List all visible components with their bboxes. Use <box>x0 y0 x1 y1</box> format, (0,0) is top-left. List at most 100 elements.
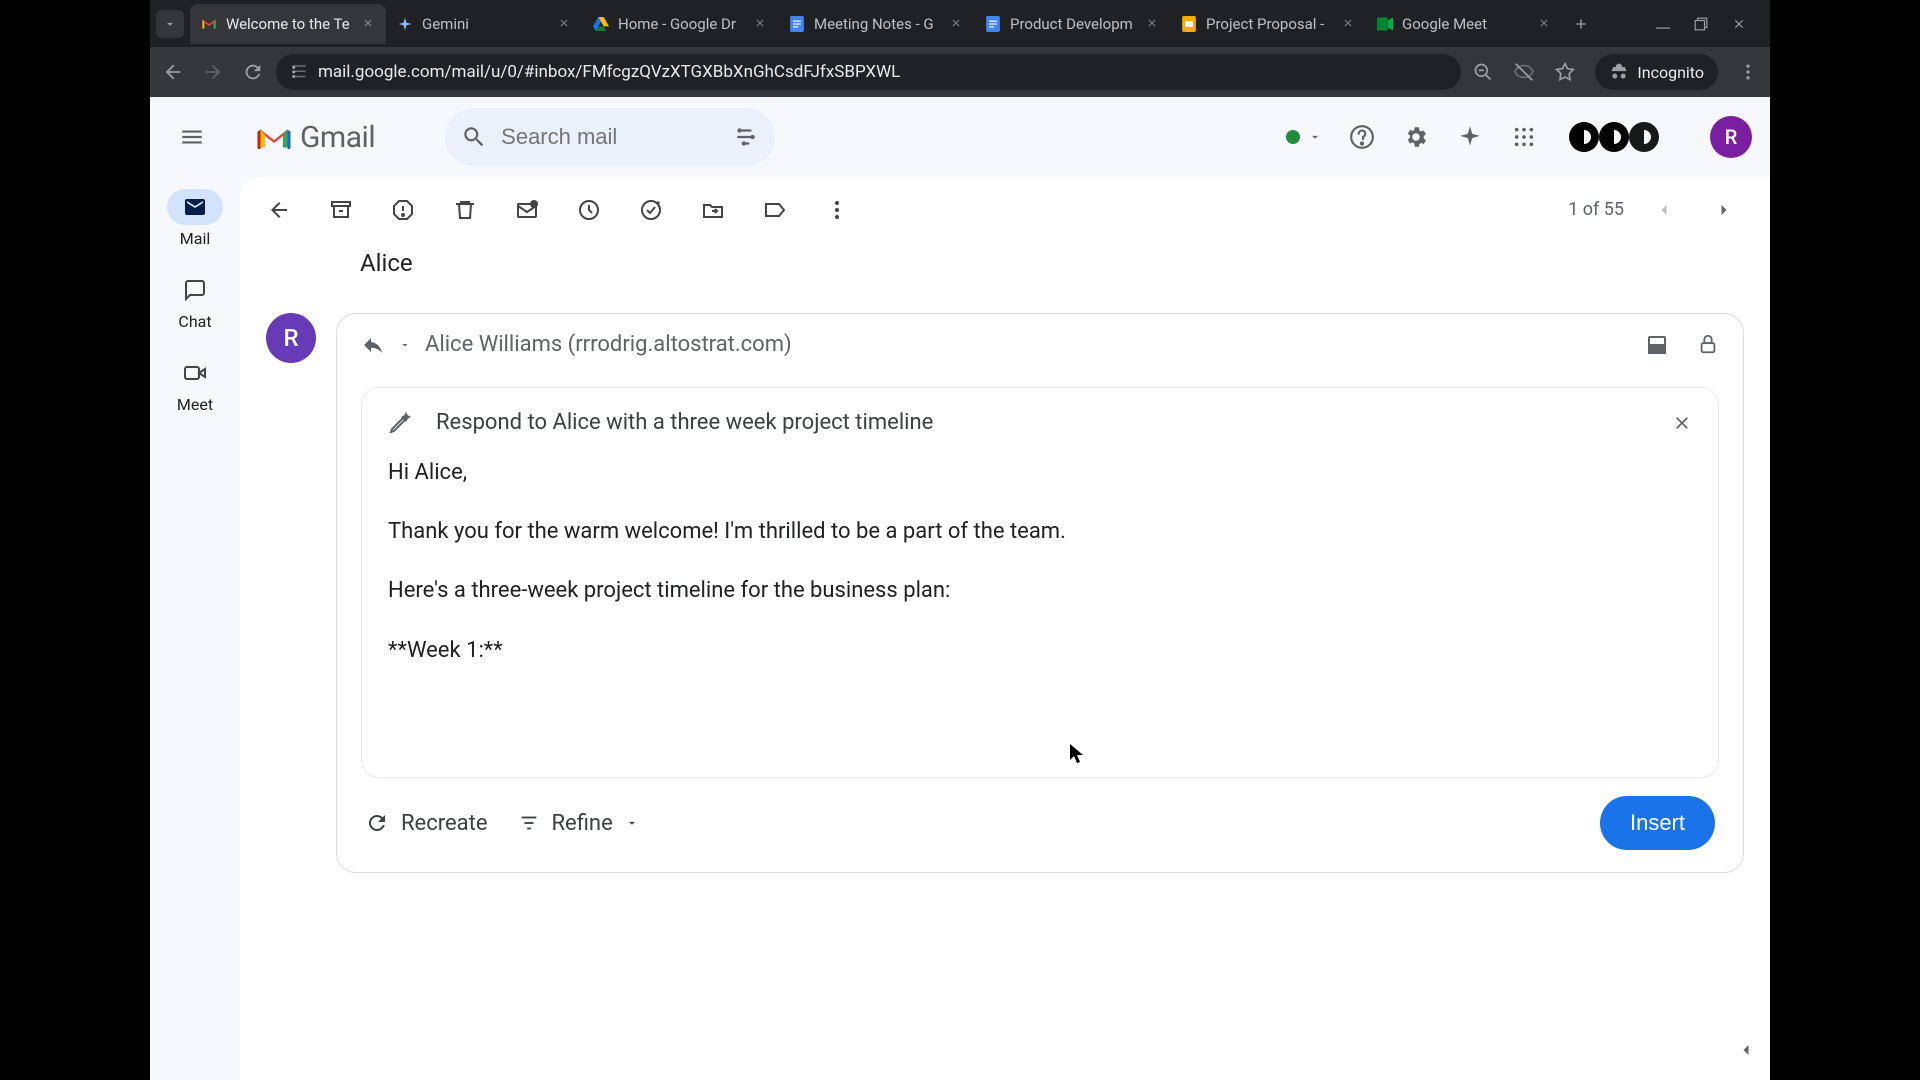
prev-page-button[interactable] <box>1644 190 1684 230</box>
tab-close-icon[interactable] <box>362 17 376 31</box>
docs-favicon-icon <box>788 15 806 33</box>
lock-icon[interactable] <box>1697 333 1719 355</box>
sparkle-icon <box>1457 124 1483 150</box>
draft-paragraph: Thank you for the warm welcome! I'm thri… <box>388 514 1692 549</box>
search-input[interactable] <box>501 124 719 150</box>
compose-avatar: R <box>266 313 316 363</box>
snooze-button[interactable] <box>576 197 602 223</box>
status-active-icon <box>1286 130 1300 144</box>
rail-label: Chat <box>178 312 211 331</box>
refine-label: Refine <box>552 811 613 836</box>
more-options-button[interactable] <box>824 197 850 223</box>
avatar-letter: R <box>283 324 298 352</box>
pagination-text: 1 of 55 <box>1568 199 1624 220</box>
insert-button[interactable]: Insert <box>1600 796 1715 850</box>
account-avatar[interactable]: R <box>1710 116 1752 158</box>
tab-close-icon[interactable] <box>950 17 964 31</box>
browser-tab[interactable]: Google Meet <box>1366 4 1562 44</box>
browser-tab[interactable]: Product Developm <box>974 4 1170 44</box>
eye-off-icon[interactable] <box>1513 61 1535 83</box>
back-to-inbox-button[interactable] <box>266 197 292 223</box>
reload-icon[interactable] <box>242 61 264 83</box>
forward-icon[interactable] <box>202 61 224 83</box>
chevron-down-icon[interactable] <box>399 339 411 351</box>
bookmark-star-icon[interactable] <box>1555 62 1575 82</box>
next-page-button[interactable] <box>1704 190 1744 230</box>
tab-title: Project Proposal - <box>1206 15 1334 33</box>
new-tab-button[interactable] <box>1566 9 1596 39</box>
gmail-logo[interactable]: Gmail <box>256 120 375 155</box>
draft-paragraph: Here's a three-week project timeline for… <box>388 573 1692 608</box>
gemini-button[interactable] <box>1456 123 1484 151</box>
add-to-tasks-button[interactable] <box>638 197 664 223</box>
tab-close-icon[interactable] <box>558 17 572 31</box>
video-icon <box>183 361 207 385</box>
meet-favicon-icon <box>1376 15 1394 33</box>
recipient-text[interactable]: Alice Williams (rrrodrig.altostrat.com) <box>425 332 792 357</box>
side-panel-toggle[interactable] <box>1736 1040 1766 1070</box>
incognito-icon <box>1609 62 1629 82</box>
browser-tab[interactable]: Welcome to the Te <box>190 4 386 44</box>
tab-close-icon[interactable] <box>1342 17 1356 31</box>
chevron-down-icon <box>1308 130 1322 144</box>
browser-tab[interactable]: Home - Google Dr <box>582 4 778 44</box>
tab-close-icon[interactable] <box>754 17 768 31</box>
restore-window-icon[interactable] <box>1694 17 1708 31</box>
report-spam-button[interactable] <box>390 197 416 223</box>
search-box[interactable] <box>445 108 775 166</box>
recreate-button[interactable]: Recreate <box>365 811 488 836</box>
search-options-icon[interactable] <box>733 124 759 150</box>
rail-label: Meet <box>177 395 213 414</box>
ai-draft-body[interactable]: Hi Alice, Thank you for the warm welcome… <box>388 455 1692 755</box>
chevron-down-icon <box>625 816 639 830</box>
rail-label: Mail <box>180 229 210 248</box>
apps-button[interactable] <box>1510 123 1538 151</box>
mark-unread-button[interactable] <box>514 197 540 223</box>
pencil-sparkle-icon <box>388 411 412 435</box>
chevron-down-icon <box>163 17 177 31</box>
browser-tab[interactable]: Meeting Notes - G <box>778 4 974 44</box>
rail-meet[interactable]: Meet <box>167 355 223 414</box>
refresh-icon <box>365 811 389 835</box>
gmail-app: Gmail <box>150 97 1770 1080</box>
rail-mail[interactable]: Mail <box>167 189 223 248</box>
browser-menu-icon[interactable] <box>1738 62 1758 82</box>
url-text: mail.google.com/mail/u/0/#inbox/FMfcgzQV… <box>318 62 900 82</box>
tab-close-icon[interactable] <box>1146 17 1160 31</box>
main-menu-button[interactable] <box>168 113 216 161</box>
reply-icon[interactable] <box>361 333 385 357</box>
support-button[interactable] <box>1348 123 1376 151</box>
popout-icon[interactable] <box>1645 333 1669 357</box>
delete-button[interactable] <box>452 197 478 223</box>
tab-close-icon[interactable] <box>1538 17 1552 31</box>
tab-title: Meeting Notes - G <box>814 15 942 33</box>
mouse-cursor-icon <box>1070 744 1084 762</box>
move-to-button[interactable] <box>700 197 726 223</box>
incognito-label: Incognito <box>1637 63 1704 82</box>
status-indicator[interactable] <box>1286 130 1322 144</box>
organization-logo <box>1564 117 1684 157</box>
left-navigation-rail: Mail Chat Meet <box>150 177 240 1080</box>
message-toolbar: 1 of 55 <box>240 177 1770 243</box>
minimize-window-icon[interactable] <box>1656 17 1670 31</box>
insert-label: Insert <box>1630 810 1685 835</box>
draft-greeting: Hi Alice, <box>388 455 1692 490</box>
labels-button[interactable] <box>762 197 788 223</box>
incognito-indicator[interactable]: Incognito <box>1595 54 1718 90</box>
settings-button[interactable] <box>1402 123 1430 151</box>
apps-grid-icon <box>1513 126 1535 148</box>
browser-address-bar: mail.google.com/mail/u/0/#inbox/FMfcgzQV… <box>150 47 1770 97</box>
refine-button[interactable]: Refine <box>518 811 639 836</box>
tab-search-dropdown[interactable] <box>156 10 184 38</box>
browser-tab[interactable]: Project Proposal - <box>1170 4 1366 44</box>
rail-chat[interactable]: Chat <box>167 272 223 331</box>
zoom-icon[interactable] <box>1473 62 1493 82</box>
url-input[interactable]: mail.google.com/mail/u/0/#inbox/FMfcgzQV… <box>276 54 1461 90</box>
back-icon[interactable] <box>162 61 184 83</box>
site-info-icon[interactable] <box>290 63 308 81</box>
archive-button[interactable] <box>328 197 354 223</box>
browser-tab[interactable]: Gemini <box>386 4 582 44</box>
browser-tab-strip: Welcome to the Te Gemini Home - Google D… <box>150 0 1770 47</box>
close-window-icon[interactable] <box>1732 17 1746 31</box>
close-ai-panel-button[interactable] <box>1672 413 1692 433</box>
